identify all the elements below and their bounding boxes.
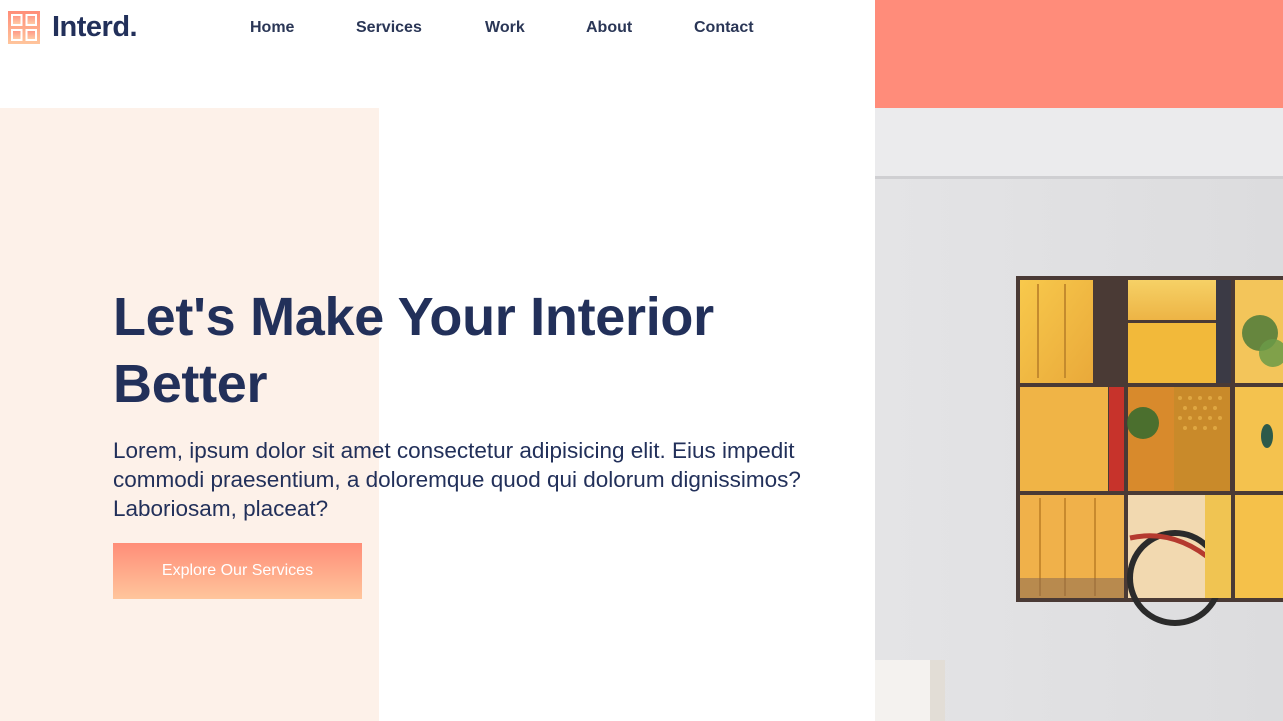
- nav-link-about[interactable]: About: [586, 18, 632, 38]
- site-header: Interd. Home Services Work About Contact: [0, 0, 875, 60]
- explore-services-button[interactable]: Explore Our Services: [113, 543, 362, 599]
- hero-image: [875, 108, 1283, 721]
- brand-name: Interd.: [52, 11, 138, 43]
- hero-title: Let's Make Your Interior Better: [113, 287, 714, 414]
- nav-link-services[interactable]: Services: [356, 18, 422, 38]
- hero-section: Let's Make Your Interior Better Lorem, i…: [113, 284, 853, 523]
- nav-link-home[interactable]: Home: [250, 18, 294, 38]
- hero-description: Lorem, ipsum dolor sit amet consectetur …: [113, 438, 801, 521]
- nav-link-contact[interactable]: Contact: [694, 18, 754, 38]
- logo[interactable]: Interd.: [8, 11, 138, 44]
- nav-link-work[interactable]: Work: [485, 18, 525, 38]
- accent-block: [875, 0, 1283, 108]
- wall-art-illustration: [875, 108, 1283, 721]
- grid-logo-icon: [8, 11, 40, 44]
